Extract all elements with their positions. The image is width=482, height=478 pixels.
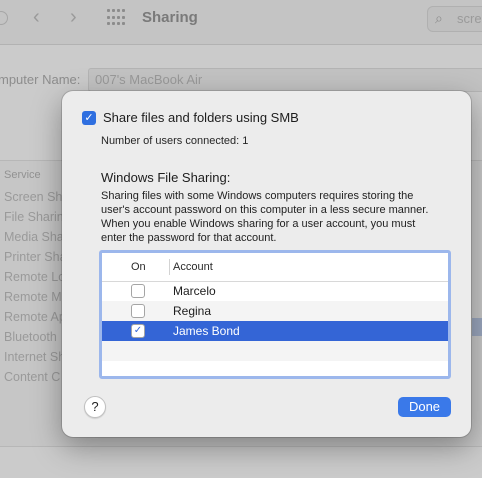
row-account-name: Regina bbox=[173, 304, 212, 318]
back-arrow-icon: ‹ bbox=[33, 6, 40, 28]
table-header: On Account bbox=[102, 253, 448, 282]
empty-table-row bbox=[102, 361, 448, 376]
empty-table-row bbox=[102, 341, 448, 361]
window-title: Sharing bbox=[142, 9, 198, 26]
service-item: File Sharin bbox=[4, 210, 64, 224]
table-row[interactable]: Marcelo bbox=[102, 281, 448, 301]
service-column-header: Service bbox=[4, 169, 41, 181]
row-on-checkbox[interactable]: ✓ bbox=[131, 324, 145, 338]
service-item: Remote Ap bbox=[4, 310, 66, 324]
selection-edge bbox=[472, 318, 482, 336]
checkmark-icon: ✓ bbox=[84, 112, 94, 124]
search-field: ⌕ scree bbox=[427, 6, 482, 32]
service-item: Internet Sh bbox=[4, 350, 66, 364]
show-all-grid-icon bbox=[107, 9, 127, 27]
windows-file-sharing-description: Sharing files with some Windows computer… bbox=[101, 190, 429, 244]
smb-checkbox-label[interactable]: Share files and folders using SMB bbox=[103, 110, 299, 125]
service-item: Content C bbox=[4, 370, 61, 384]
accounts-table[interactable]: On Account Marcelo Regina ✓ James Bond bbox=[99, 250, 451, 379]
column-divider bbox=[169, 259, 170, 275]
background-titlebar: ‹ › Sharing ⌕ scree bbox=[0, 0, 482, 45]
column-header-account[interactable]: Account bbox=[173, 261, 213, 273]
windows-file-sharing-heading: Windows File Sharing: bbox=[101, 170, 231, 185]
table-row[interactable]: Regina bbox=[102, 301, 448, 321]
row-on-checkbox[interactable] bbox=[131, 284, 145, 298]
row-account-name: James Bond bbox=[173, 324, 240, 338]
row-on-checkbox[interactable] bbox=[131, 304, 145, 318]
smb-checkbox[interactable]: ✓ bbox=[82, 111, 96, 125]
computer-name-label: mputer Name: bbox=[0, 72, 81, 87]
done-button[interactable]: Done bbox=[398, 397, 451, 417]
help-button[interactable]: ? bbox=[84, 396, 106, 418]
service-item: Media Sha bbox=[4, 230, 64, 244]
window-control-icon bbox=[0, 11, 8, 25]
forward-arrow-icon: › bbox=[70, 6, 77, 28]
search-icon: ⌕ bbox=[435, 10, 443, 26]
users-connected-text: Number of users connected: 1 bbox=[101, 135, 249, 147]
search-text: scree bbox=[457, 11, 482, 26]
smb-options-dialog: ✓ Share files and folders using SMB Numb… bbox=[62, 91, 471, 437]
table-row[interactable]: ✓ James Bond bbox=[102, 321, 448, 341]
service-item: Remote Lo bbox=[4, 270, 66, 284]
computer-name-value: 007's MacBook Air bbox=[95, 72, 203, 87]
service-item: Remote M bbox=[4, 290, 62, 304]
row-account-name: Marcelo bbox=[173, 284, 216, 298]
service-item: Bluetooth bbox=[4, 330, 57, 344]
computer-name-field: 007's MacBook Air bbox=[88, 68, 482, 92]
service-item: Printer Sha bbox=[4, 250, 67, 264]
column-header-on[interactable]: On bbox=[131, 261, 146, 273]
service-item: Screen Sh bbox=[4, 190, 63, 204]
